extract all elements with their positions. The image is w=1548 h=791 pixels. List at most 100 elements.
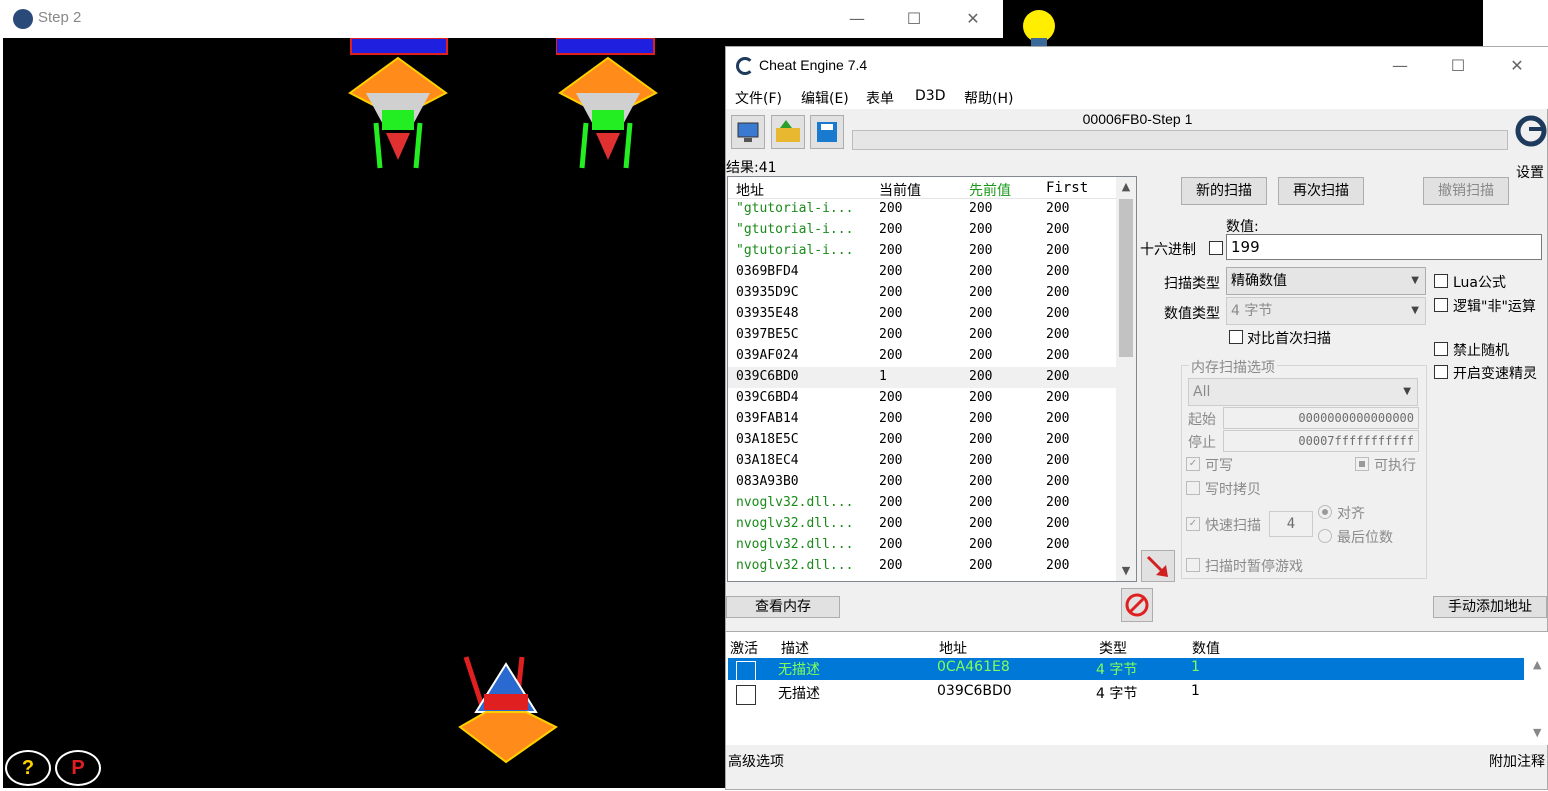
result-row[interactable]: 039C6BD4 200 200 200 (728, 388, 1118, 409)
result-current: 200 (879, 243, 903, 258)
settings-label[interactable]: 设置 (1516, 162, 1544, 182)
result-row[interactable]: nvoglv32.dll... 200 200 200 (728, 556, 1118, 577)
row-address: 039C6BD0 (937, 683, 1012, 699)
view-memory-button[interactable]: 查看内存 (726, 596, 840, 618)
add-to-list-button[interactable] (1141, 550, 1175, 582)
scan-type-select[interactable]: 精确数值 ▼ (1226, 267, 1426, 295)
minimize-icon[interactable]: — (843, 6, 871, 32)
table-extras-link[interactable]: 附加注释 (1489, 751, 1545, 771)
menu-bar: 文件(F) 编辑(E) 表单 D3D 帮助(H) (726, 85, 1548, 109)
scroll-up-icon[interactable]: ▲ (1533, 658, 1541, 671)
speedhack-checkbox[interactable] (1434, 365, 1448, 379)
process-title: 00006FB0-Step 1 (1082, 111, 1193, 127)
result-row[interactable]: "gtutorial-i... 200 200 200 (728, 220, 1118, 241)
result-previous: 200 (969, 558, 993, 573)
result-row[interactable]: 039FAB14 200 200 200 (728, 409, 1118, 430)
result-row[interactable]: "gtutorial-i... 200 200 200 (728, 199, 1118, 220)
address-row[interactable]: 无描述 0CA461E8 4 字节 1 (728, 658, 1524, 681)
undo-scan-button[interactable]: 撤销扫描 (1423, 177, 1509, 205)
result-row[interactable]: 039C6BD0 1 200 200 (728, 367, 1118, 388)
result-row[interactable]: nvoglv32.dll... 200 200 200 (728, 535, 1118, 556)
new-scan-button[interactable]: 新的扫描 (1181, 177, 1267, 205)
stop-address-input[interactable]: 00007fffffffffff (1223, 430, 1419, 452)
result-row[interactable]: "gtutorial-i... 200 200 200 (728, 241, 1118, 262)
menu-file[interactable]: 文件(F) (735, 88, 782, 108)
pause-game-checkbox[interactable] (1186, 558, 1200, 572)
add-address-manually-button[interactable]: 手动添加地址 (1433, 596, 1547, 618)
fast-scan-checkbox[interactable]: ✓ (1186, 517, 1200, 531)
result-row[interactable]: nvoglv32.dll... 200 200 200 (728, 514, 1118, 535)
address-list[interactable]: 激活 描述 地址 类型 数值 无描述 0CA461E8 4 字节 1 无描述 0… (726, 631, 1548, 745)
result-row[interactable]: 0397BE5C 200 200 200 (728, 325, 1118, 346)
col-value[interactable]: 数值 (1192, 638, 1220, 658)
scroll-up-icon[interactable]: ▲ (1116, 177, 1136, 197)
result-address: 039C6BD0 (736, 369, 799, 384)
writable-checkbox[interactable]: ✓ (1186, 457, 1200, 471)
compare-first-checkbox[interactable] (1229, 330, 1243, 344)
result-first: 200 (1046, 390, 1070, 405)
next-scan-button[interactable]: 再次扫描 (1278, 177, 1364, 205)
result-address: "gtutorial-i... (736, 243, 854, 258)
result-current: 200 (879, 558, 903, 573)
result-row[interactable]: 083A93B0 200 200 200 (728, 472, 1118, 493)
cheat-engine-settings-icon[interactable] (1515, 111, 1547, 153)
executable-checkbox[interactable] (1355, 457, 1369, 471)
row-address: 0CA461E8 (937, 659, 1010, 675)
col-active[interactable]: 激活 (730, 638, 758, 658)
col-description[interactable]: 描述 (781, 638, 809, 658)
maximize-icon[interactable]: ☐ (900, 6, 928, 32)
start-address-input[interactable]: 0000000000000000 (1223, 407, 1419, 429)
align-radio[interactable] (1318, 505, 1332, 519)
logic-not-checkbox[interactable] (1434, 298, 1448, 312)
stop-scan-button[interactable] (1121, 588, 1153, 622)
close-icon[interactable]: ✕ (1503, 53, 1531, 79)
scan-results-list[interactable]: 地址 当前值 先前值 First "gtutorial-i... 200 200 20… (727, 176, 1137, 582)
col-current[interactable]: 当前值 (879, 180, 921, 200)
result-previous: 200 (969, 201, 993, 216)
result-row[interactable]: 0369BFD4 200 200 200 (728, 262, 1118, 283)
lua-formula-checkbox[interactable] (1434, 274, 1448, 288)
scroll-down-icon[interactable]: ▼ (1533, 726, 1541, 739)
result-row[interactable]: 03935D9C 200 200 200 (728, 283, 1118, 304)
result-row[interactable]: 03A18EC4 200 200 200 (728, 451, 1118, 472)
no-random-checkbox[interactable] (1434, 342, 1448, 356)
game-titlebar: Step 2 — ☐ ✕ (3, 0, 1003, 38)
help-button[interactable]: ? (5, 750, 51, 786)
scroll-thumb[interactable] (1119, 199, 1133, 357)
col-address[interactable]: 地址 (939, 638, 967, 658)
menu-edit[interactable]: 编辑(E) (801, 88, 849, 108)
maximize-icon[interactable]: ☐ (1444, 53, 1472, 79)
minimize-icon[interactable]: — (1386, 53, 1414, 79)
result-previous: 200 (969, 369, 993, 384)
col-address[interactable]: 地址 (736, 180, 764, 200)
advanced-options-link[interactable]: 高级选项 (728, 751, 784, 771)
col-previous[interactable]: 先前值 (969, 180, 1011, 200)
value-type-select[interactable]: 4 字节 ▼ (1226, 297, 1426, 325)
memory-region-select[interactable]: All ▼ (1188, 378, 1418, 406)
menu-d3d[interactable]: D3D (915, 88, 945, 104)
result-row[interactable]: 039AF024 200 200 200 (728, 346, 1118, 367)
active-checkbox[interactable] (736, 685, 756, 705)
result-row[interactable]: 03A18E5C 200 200 200 (728, 430, 1118, 451)
pause-button[interactable]: P (55, 750, 101, 786)
result-row[interactable]: nvoglv32.dll... 200 200 200 (728, 493, 1118, 514)
col-type[interactable]: 类型 (1099, 638, 1127, 658)
address-row[interactable]: 无描述 039C6BD0 4 字节 1 (728, 682, 1524, 705)
hex-checkbox[interactable] (1209, 241, 1223, 255)
copy-on-write-checkbox[interactable] (1186, 481, 1200, 495)
scroll-down-icon[interactable]: ▼ (1116, 561, 1136, 581)
col-first[interactable]: First (1046, 180, 1088, 196)
address-list-scrollbar[interactable]: ▲ ▼ (1529, 654, 1548, 746)
menu-table[interactable]: 表单 (866, 88, 894, 108)
result-current: 200 (879, 285, 903, 300)
active-checkbox[interactable] (736, 661, 756, 681)
fast-scan-input[interactable]: 4 (1269, 511, 1313, 537)
value-input[interactable]: 199 (1226, 234, 1542, 260)
results-scrollbar[interactable]: ▲ ▼ (1116, 177, 1136, 581)
paw-icon (13, 9, 33, 29)
menu-help[interactable]: 帮助(H) (964, 88, 1013, 108)
result-row[interactable]: 03935E48 200 200 200 (728, 304, 1118, 325)
close-icon[interactable]: ✕ (959, 6, 987, 32)
result-current: 200 (879, 306, 903, 321)
last-digits-radio[interactable] (1318, 529, 1332, 543)
